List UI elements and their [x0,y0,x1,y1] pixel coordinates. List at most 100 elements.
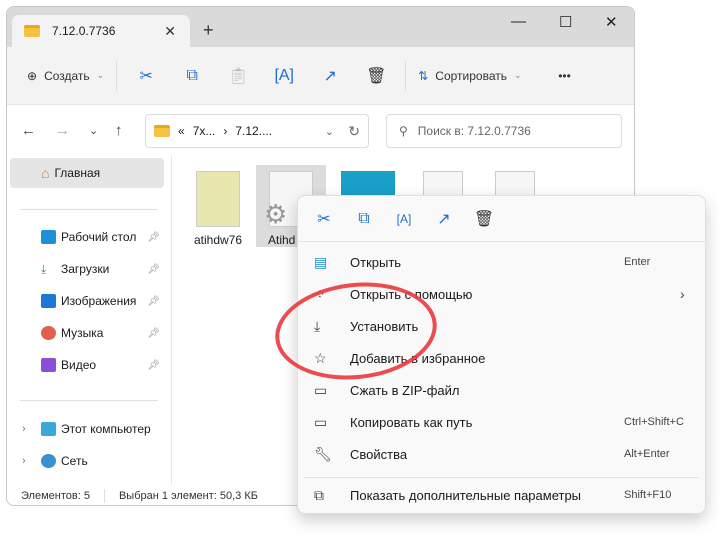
copy-icon: ⧉ [358,209,370,227]
create-button[interactable]: ⊕ Создать ⌄ [21,60,110,92]
paste-button[interactable]: 📋︎ [215,60,261,92]
title-bar: 7.12.0.7736 ✕ + — ☐ ✕ [7,7,634,47]
copy-button[interactable]: ⧉ [169,60,215,92]
menu-item-install[interactable]: ⤓ Установить [304,311,699,341]
share-button[interactable]: ↗ [307,60,353,92]
pin-icon[interactable]: 📌︎ [147,232,160,243]
cut-button[interactable]: ✂ [123,60,169,92]
sidebar-item-this-pc[interactable]: › Этот компьютер [10,414,164,444]
menu-label: Добавить в избранное [350,350,486,366]
up-button[interactable]: ↑ [115,122,123,139]
breadcrumb-separator: › [223,124,228,138]
create-label: Создать [44,68,90,83]
share-button[interactable]: ↗ [424,203,464,235]
sidebar-item-pictures[interactable]: Изображения 📌︎ [10,286,164,316]
shortcut: Shift+F10 [624,489,672,501]
download-icon: ⤓ [41,261,47,276]
sidebar-label: Рабочий стол [61,230,137,244]
wrench-icon: 🔧︎ [314,445,332,462]
shortcut: Alt+Enter [624,448,670,460]
maximize-button[interactable]: ☐ [559,13,572,31]
address-row: ← → ⌄ ↑ « 7x... › 7.12.... ⌄ ↻ ⚲ Поиск в… [7,105,634,155]
copy-button[interactable]: ⧉ [344,203,384,235]
pin-icon[interactable]: 📌︎ [147,328,160,339]
rename-icon: [A] [396,211,412,226]
rename-button[interactable]: [A] [384,203,424,235]
breadcrumb-item[interactable]: 7x... [193,124,216,138]
shortcut: Ctrl+Shift+C [624,416,684,428]
home-icon: ⌂ [41,165,50,181]
rename-icon: [A] [274,66,294,84]
pin-icon[interactable]: 📌︎ [147,360,160,371]
menu-label: Открыть с помощью [350,286,473,302]
star-icon: ☆ [314,349,327,366]
sidebar-item-downloads[interactable]: ⤓ Загрузки 📌︎ [10,254,164,284]
file-name: atihdw76 [193,233,243,247]
recent-dropdown[interactable]: ⌄ [89,124,98,137]
notepad-icon: ▤ [314,253,328,270]
pin-icon[interactable]: 📌︎ [147,264,160,275]
sidebar-item-network[interactable]: › Сеть [10,446,164,476]
back-button[interactable]: ← [21,122,36,139]
sidebar-label: Главная [54,166,101,180]
delete-button[interactable]: 🗑︎ [464,203,504,235]
rename-button[interactable]: [A] [261,60,307,92]
install-icon: ⤓ [314,317,321,334]
plus-circle-icon: ⊕ [27,68,38,83]
chevron-right-icon[interactable]: › [22,423,26,435]
file-item[interactable]: atihdw76 [183,165,253,247]
desktop-icon [41,230,56,244]
menu-label: Сжать в ZIP-файл [350,382,460,398]
scissors-icon: ✂ [139,67,153,85]
menu-item-zip[interactable]: ▭ Сжать в ZIP-файл [304,375,699,405]
refresh-icon[interactable]: ↻ [348,123,360,140]
copy-path-icon: ▭ [314,413,328,430]
minimize-button[interactable]: — [511,13,526,30]
chevron-down-icon: ⌄ [513,70,522,80]
menu-label: Копировать как путь [350,414,473,430]
menu-item-copy-path[interactable]: ▭ Копировать как путь Ctrl+Shift+C [304,407,699,437]
menu-item-open[interactable]: ▤ Открыть Enter [304,247,699,277]
tab-active[interactable]: 7.12.0.7736 ✕ [12,15,190,47]
divider [304,477,699,478]
delete-button[interactable]: 🗑︎ [353,60,399,92]
close-button[interactable]: ✕ [605,13,618,31]
trash-icon: 🗑︎ [473,210,495,228]
cut-button[interactable]: ✂ [304,203,344,235]
video-icon [41,358,56,372]
trash-icon: 🗑︎ [366,67,387,85]
open-with-icon: ⁘ [314,285,326,302]
sidebar-item-desktop[interactable]: Рабочий стол 📌︎ [10,222,164,252]
search-placeholder: Поиск в: 7.12.0.7736 [417,124,531,138]
pictures-icon [41,294,56,308]
menu-item-favorite[interactable]: ☆ Добавить в избранное [304,343,699,373]
more-button[interactable]: ••• [542,60,588,92]
address-bar[interactable]: « 7x... › 7.12.... ⌄ ↻ [145,114,369,148]
menu-item-open-with[interactable]: ⁘ Открыть с помощью › [304,279,699,309]
new-tab-button[interactable]: + [203,20,214,41]
sort-icon: ⇅ [418,68,429,83]
menu-item-more-options[interactable]: ⧉ Показать дополнительные параметры Shift+… [304,480,699,510]
pin-icon[interactable]: 📌︎ [147,296,160,307]
menu-item-properties[interactable]: 🔧︎ Свойства Alt+Enter [304,439,699,469]
more-options-icon: ⧉ [314,486,324,503]
menu-label: Свойства [350,446,408,462]
folder-icon [24,25,40,37]
sidebar-label: Загрузки [61,262,110,276]
sidebar-label: Сеть [61,454,88,468]
sidebar-item-videos[interactable]: Видео 📌︎ [10,350,164,380]
sort-button[interactable]: ⇅ Сортировать ⌄ [412,60,527,92]
breadcrumb-item[interactable]: 7.12.... [235,124,272,138]
chevron-right-icon[interactable]: › [22,455,26,467]
forward-button[interactable]: → [55,122,70,139]
setup-file-icon [196,171,240,227]
copy-icon: ⧉ [186,66,198,84]
close-tab-button[interactable]: ✕ [164,23,176,40]
sidebar-item-home[interactable]: ⌂ Главная [10,158,164,188]
breadcrumb-overflow[interactable]: « [178,124,185,138]
search-input[interactable]: ⚲ Поиск в: 7.12.0.7736 [386,114,622,148]
command-bar: ⊕ Создать ⌄ ✂ ⧉ 📋︎ [A] ↗ 🗑︎ ⇅ Сортировать ⌄ … [7,47,634,105]
sidebar-item-music[interactable]: Музыка 📌︎ [10,318,164,348]
address-dropdown[interactable]: ⌄ [325,125,334,138]
sidebar-label: Видео [61,358,97,372]
